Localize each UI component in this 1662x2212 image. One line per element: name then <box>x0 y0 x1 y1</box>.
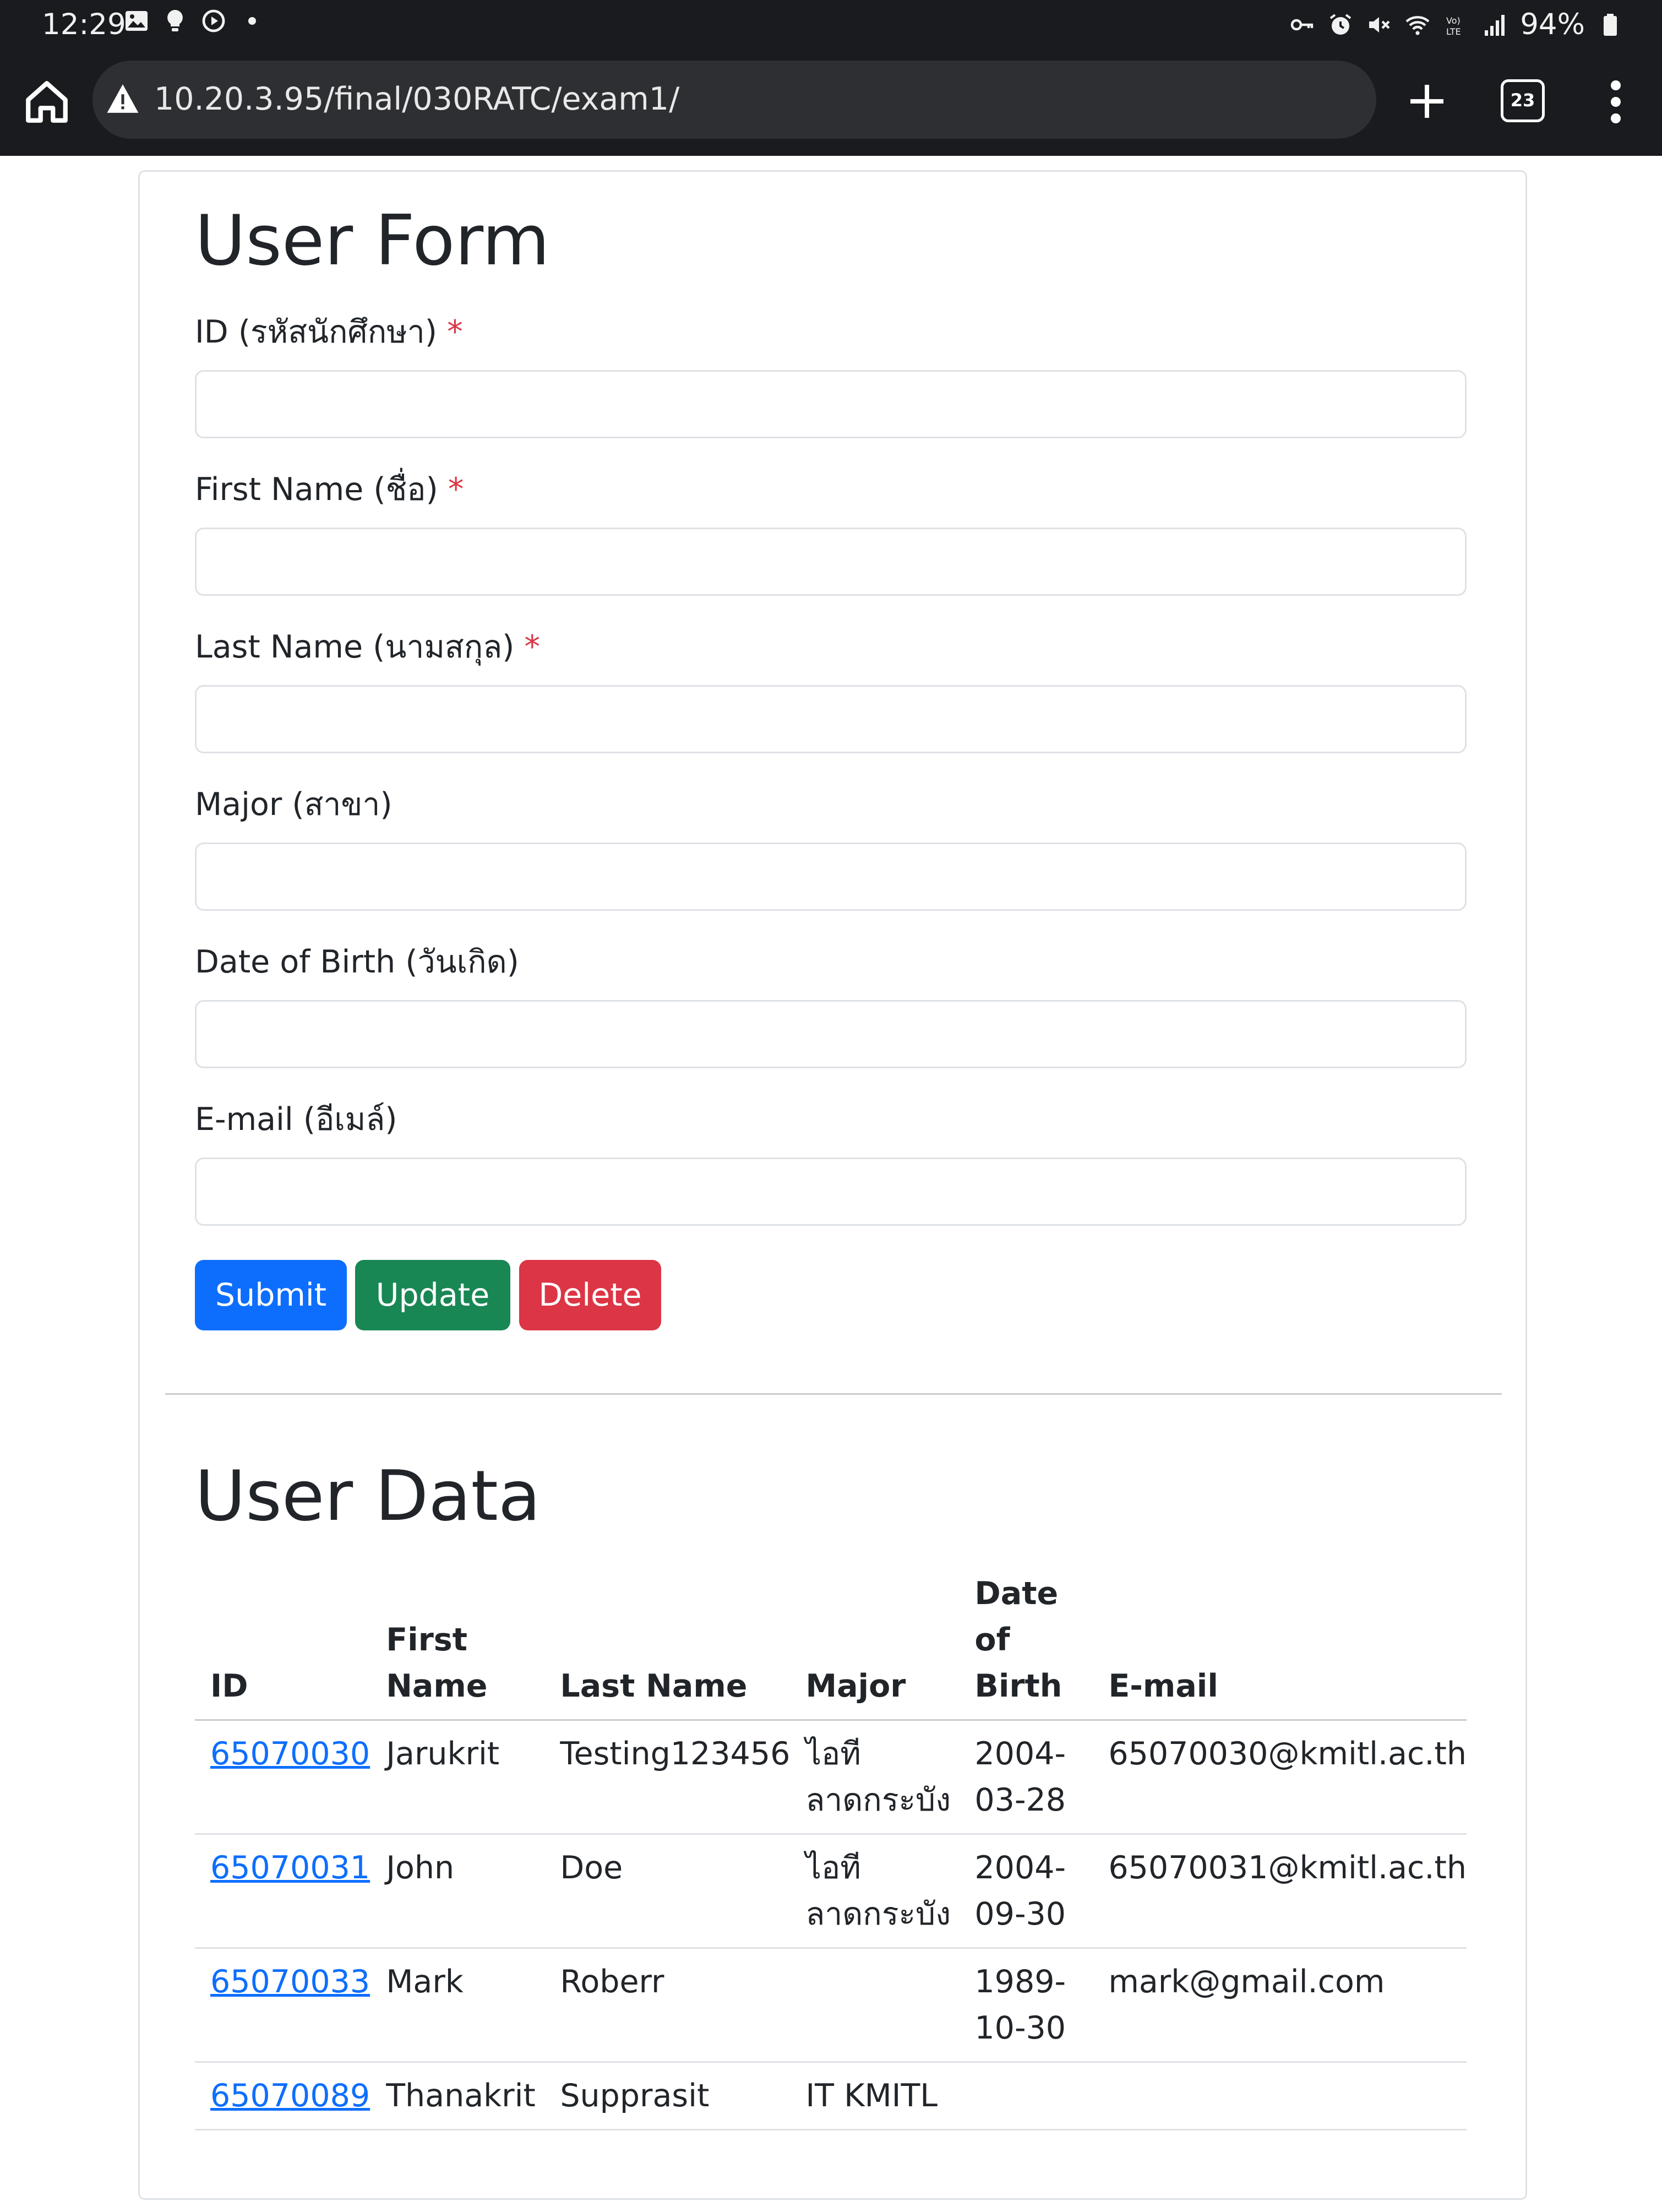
last-name-label-text: Last Name (นามสกุล) <box>195 629 515 665</box>
table-row: 65070033 Mark Roberr 1989-10-30 mark@gma… <box>195 1948 1467 2063</box>
table-row: 65070089 Thanakrit Supprasit IT KMITL <box>195 2062 1467 2131</box>
cell-email: 65070031@kmitl.ac.th <box>1093 1834 1467 1949</box>
home-icon[interactable] <box>22 77 72 127</box>
cell-id: 65070033 <box>195 1948 371 2063</box>
cell-last-name: Doe <box>544 1834 791 1949</box>
update-button[interactable]: Update <box>355 1260 510 1330</box>
bulb-icon <box>167 10 183 31</box>
major-input[interactable] <box>195 843 1467 911</box>
cell-first-name: Jarukrit <box>370 1720 545 1835</box>
vpn-key-icon <box>1290 19 1314 31</box>
address-bar[interactable]: 10.20.3.95/final/030RATC/exam1/ <box>92 61 1376 139</box>
cell-email <box>1093 2062 1467 2131</box>
last-name-label: Last Name (นามสกุล) * <box>195 627 540 667</box>
dob-label-text: Date of Birth (วันเกิด) <box>195 944 519 980</box>
cell-email: 65070030@kmitl.ac.th <box>1093 1720 1467 1835</box>
form-title: User Form <box>195 200 550 281</box>
svg-text:Vo): Vo) <box>1446 15 1461 26</box>
alarm-icon <box>1329 14 1352 35</box>
cell-last-name: Roberr <box>544 1948 791 2063</box>
required-mark: * <box>447 314 463 350</box>
url-text[interactable]: 10.20.3.95/final/030RATC/exam1/ <box>154 79 679 119</box>
cell-first-name: Mark <box>370 1948 545 2063</box>
warning-icon[interactable] <box>105 81 141 116</box>
user-id-link[interactable]: 65070089 <box>210 2078 370 2114</box>
cell-id: 65070030 <box>195 1720 371 1835</box>
email-label-text: E-mail (อีเมล์) <box>195 1101 397 1138</box>
email-input[interactable] <box>195 1157 1467 1226</box>
cell-dob: 2004-03-28 <box>959 1720 1093 1835</box>
id-label-text: ID (รหัสนักศึกษา) <box>195 314 438 350</box>
tab-switcher-button[interactable]: 23 <box>1501 79 1545 122</box>
new-tab-icon[interactable] <box>1405 79 1449 123</box>
last-name-input[interactable] <box>195 685 1467 753</box>
first-name-input[interactable] <box>195 528 1467 596</box>
first-name-label-text: First Name (ชื่อ) <box>195 471 438 508</box>
wifi-icon <box>1405 16 1430 35</box>
status-right: Vo) LTE 94% <box>1289 6 1623 44</box>
cell-major: ไอที ลาดกระบัง <box>790 1834 960 1949</box>
more-menu-icon[interactable] <box>1602 77 1630 127</box>
status-left-icons <box>123 8 265 34</box>
id-label: ID (รหัสนักศึกษา) * <box>195 312 463 352</box>
battery-icon <box>1604 14 1617 36</box>
table-row: 65070031 John Doe ไอที ลาดกระบัง 2004-09… <box>195 1834 1467 1949</box>
cell-first-name: Thanakrit <box>370 2062 545 2131</box>
user-data-title: User Data <box>195 1455 541 1536</box>
mute-icon <box>1369 17 1390 32</box>
cell-last-name: Testing123456 <box>544 1720 791 1835</box>
gallery-icon <box>126 11 148 31</box>
cell-major: ไอที ลาดกระบัง <box>790 1720 960 1835</box>
header-last-name: Last Name <box>544 1570 791 1721</box>
user-table: ID First Name Last Name Major Date of Bi… <box>195 1570 1467 2131</box>
cell-major <box>790 1948 960 2063</box>
url-bar-row: 10.20.3.95/final/030RATC/exam1/ 23 <box>0 61 1662 140</box>
battery-percent: 94% <box>1520 8 1585 41</box>
cell-email: mark@gmail.com <box>1093 1948 1467 2063</box>
tab-count: 23 <box>1501 79 1545 122</box>
volte-icon: Vo)LTE <box>1446 15 1461 37</box>
signal-icon <box>1485 15 1505 36</box>
table-row: 65070030 Jarukrit Testing123456 ไอที ลาด… <box>195 1720 1467 1835</box>
content-card: User Form ID (รหัสนักศึกษา) * First Name… <box>138 170 1527 2200</box>
browser-chrome: 12:29 Vo) LTE 94% 10.20.3.95/final/030RAT… <box>0 0 1662 156</box>
dot-icon <box>248 17 256 25</box>
svg-text:LTE: LTE <box>1446 26 1461 37</box>
required-mark: * <box>524 629 541 665</box>
cell-dob: 1989-10-30 <box>959 1948 1093 2063</box>
table-header-row: ID First Name Last Name Major Date of Bi… <box>195 1570 1467 1721</box>
header-major: Major <box>790 1570 960 1721</box>
email-label: E-mail (อีเมล์) <box>195 1100 397 1139</box>
cell-dob <box>959 2062 1093 2131</box>
required-mark: * <box>448 471 464 508</box>
cell-dob: 2004-09-30 <box>959 1834 1093 1949</box>
user-id-link[interactable]: 65070033 <box>210 1964 370 2000</box>
first-name-label: First Name (ชื่อ) * <box>195 470 464 509</box>
status-bar: 12:29 Vo) LTE 94% <box>0 0 1662 50</box>
cell-major: IT KMITL <box>790 2062 960 2131</box>
header-first-name: First Name <box>370 1570 545 1721</box>
status-time: 12:29 <box>42 8 126 41</box>
major-label: Major (สาขา) <box>195 785 393 824</box>
major-label-text: Major (สาขา) <box>195 786 393 823</box>
dob-label: Date of Birth (วันเกิด) <box>195 942 519 982</box>
header-email: E-mail <box>1093 1570 1467 1721</box>
cell-id: 65070089 <box>195 2062 371 2131</box>
id-input[interactable] <box>195 370 1467 438</box>
delete-button[interactable]: Delete <box>519 1260 661 1330</box>
cell-last-name: Supprasit <box>544 2062 791 2131</box>
dob-input[interactable] <box>195 1000 1467 1068</box>
header-dob: Date of Birth <box>959 1570 1093 1721</box>
submit-button[interactable]: Submit <box>195 1260 347 1330</box>
user-id-link[interactable]: 65070030 <box>210 1736 370 1772</box>
user-id-link[interactable]: 65070031 <box>210 1850 370 1886</box>
cell-id: 65070031 <box>195 1834 371 1949</box>
play-icon <box>202 9 225 32</box>
header-id: ID <box>195 1570 371 1721</box>
section-divider <box>165 1393 1502 1395</box>
cell-first-name: John <box>370 1834 545 1949</box>
